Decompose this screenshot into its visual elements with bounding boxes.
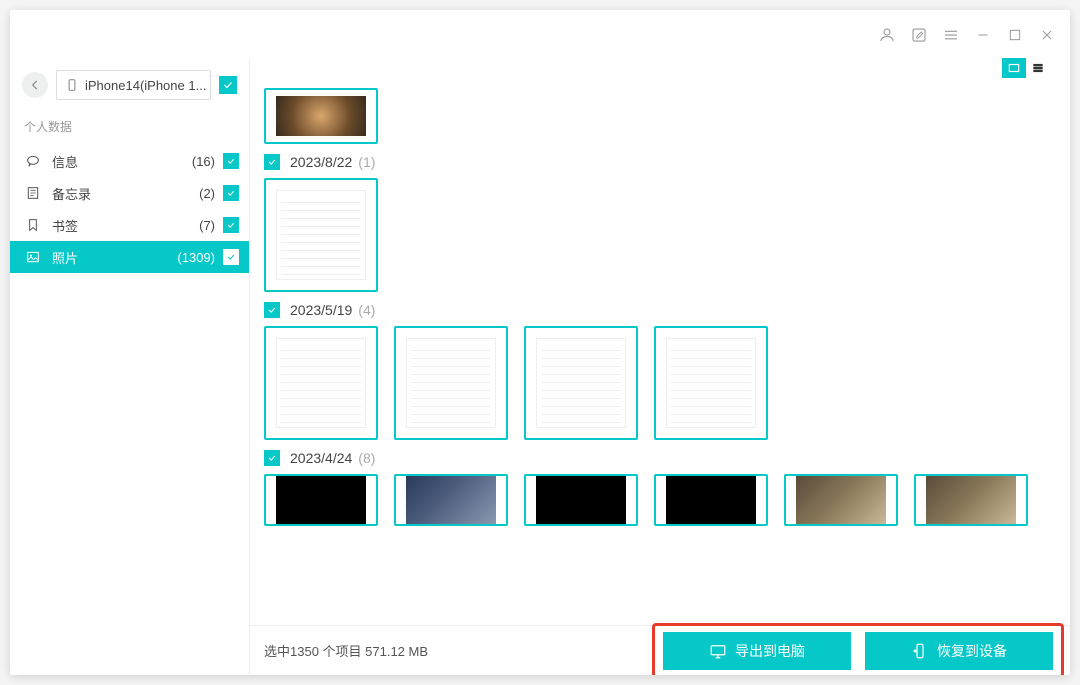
photo-icon	[24, 248, 42, 266]
sidebar-item-count: (1309)	[177, 250, 215, 265]
footer: 选中1350 个项目 571.12 MB 导出到电脑 恢复到设备	[250, 625, 1070, 675]
photo-thumbnail[interactable]	[524, 474, 638, 526]
date-group-header: 2023/4/24 (8)	[264, 450, 1050, 466]
thumb-row	[264, 474, 1050, 526]
selection-status: 选中1350 个项目 571.12 MB	[264, 641, 428, 660]
photo-thumbnail[interactable]	[654, 326, 768, 440]
device-row: iPhone14(iPhone 1...	[10, 64, 249, 112]
sidebar-item-messages[interactable]: 信息 (16)	[10, 145, 249, 177]
titlebar	[10, 10, 1070, 60]
sidebar-item-label: 照片	[52, 248, 177, 267]
export-icon	[709, 642, 727, 660]
photo-scroll-area[interactable]: 2023/8/22 (1) 2023/5/19 (4)	[250, 84, 1070, 625]
photo-thumbnail[interactable]	[264, 178, 378, 292]
back-button[interactable]	[22, 72, 48, 98]
app-window: iPhone14(iPhone 1... 个人数据 信息 (16)	[10, 10, 1070, 675]
phone-icon	[65, 78, 79, 92]
close-icon[interactable]	[1038, 26, 1056, 44]
button-label: 导出到电脑	[735, 641, 805, 661]
sidebar-item-count: (7)	[199, 218, 215, 233]
photo-thumbnail[interactable]	[264, 474, 378, 526]
photo-thumbnail[interactable]	[264, 88, 378, 144]
item-checkbox[interactable]	[223, 185, 239, 201]
device-checkbox[interactable]	[219, 76, 237, 94]
date-group-header: 2023/5/19 (4)	[264, 302, 1050, 318]
photo-thumbnail[interactable]	[654, 474, 768, 526]
sidebar-item-label: 书签	[52, 216, 199, 235]
maximize-icon[interactable]	[1006, 26, 1024, 44]
sidebar-item-count: (2)	[199, 186, 215, 201]
note-icon	[24, 184, 42, 202]
thumb-row	[264, 88, 1050, 144]
bookmark-icon	[24, 216, 42, 234]
sidebar-item-label: 信息	[52, 152, 192, 171]
restore-icon	[911, 642, 929, 660]
edit-icon[interactable]	[910, 26, 928, 44]
menu-icon[interactable]	[942, 26, 960, 44]
item-checkbox[interactable]	[223, 249, 239, 265]
device-selector[interactable]: iPhone14(iPhone 1...	[56, 70, 211, 100]
user-icon[interactable]	[878, 26, 896, 44]
group-date: 2023/4/24	[290, 450, 352, 466]
photo-thumbnail[interactable]	[394, 474, 508, 526]
item-checkbox[interactable]	[223, 153, 239, 169]
sidebar-item-count: (16)	[192, 154, 215, 169]
body: iPhone14(iPhone 1... 个人数据 信息 (16)	[10, 60, 1070, 675]
group-count: (8)	[358, 450, 375, 466]
grid-view-icon[interactable]	[1002, 58, 1026, 78]
footer-buttons-highlight: 导出到电脑 恢复到设备	[652, 623, 1064, 675]
sidebar: iPhone14(iPhone 1... 个人数据 信息 (16)	[10, 60, 250, 675]
content-area: 2023/8/22 (1) 2023/5/19 (4)	[250, 60, 1070, 675]
photo-thumbnail[interactable]	[264, 326, 378, 440]
minimize-icon[interactable]	[974, 26, 992, 44]
group-date: 2023/8/22	[290, 154, 352, 170]
group-checkbox[interactable]	[264, 302, 280, 318]
date-group-header: 2023/8/22 (1)	[264, 154, 1050, 170]
message-icon	[24, 152, 42, 170]
group-checkbox[interactable]	[264, 450, 280, 466]
sidebar-item-bookmarks[interactable]: 书签 (7)	[10, 209, 249, 241]
sidebar-item-notes[interactable]: 备忘录 (2)	[10, 177, 249, 209]
photo-thumbnail[interactable]	[524, 326, 638, 440]
group-date: 2023/5/19	[290, 302, 352, 318]
group-count: (1)	[358, 154, 375, 170]
thumb-row	[264, 178, 1050, 292]
sidebar-item-label: 备忘录	[52, 184, 199, 203]
photo-thumbnail[interactable]	[784, 474, 898, 526]
restore-to-device-button[interactable]: 恢复到设备	[865, 632, 1053, 670]
sidebar-item-photos[interactable]: 照片 (1309)	[10, 241, 249, 273]
thumb-row	[264, 326, 1050, 440]
sidebar-section-title: 个人数据	[10, 112, 249, 145]
item-checkbox[interactable]	[223, 217, 239, 233]
export-to-pc-button[interactable]: 导出到电脑	[663, 632, 851, 670]
photo-thumbnail[interactable]	[914, 474, 1028, 526]
device-name: iPhone14(iPhone 1...	[85, 78, 206, 93]
view-toggle	[1002, 58, 1050, 78]
list-view-icon[interactable]	[1026, 58, 1050, 78]
photo-thumbnail[interactable]	[394, 326, 508, 440]
button-label: 恢复到设备	[937, 641, 1007, 661]
group-count: (4)	[358, 302, 375, 318]
group-checkbox[interactable]	[264, 154, 280, 170]
